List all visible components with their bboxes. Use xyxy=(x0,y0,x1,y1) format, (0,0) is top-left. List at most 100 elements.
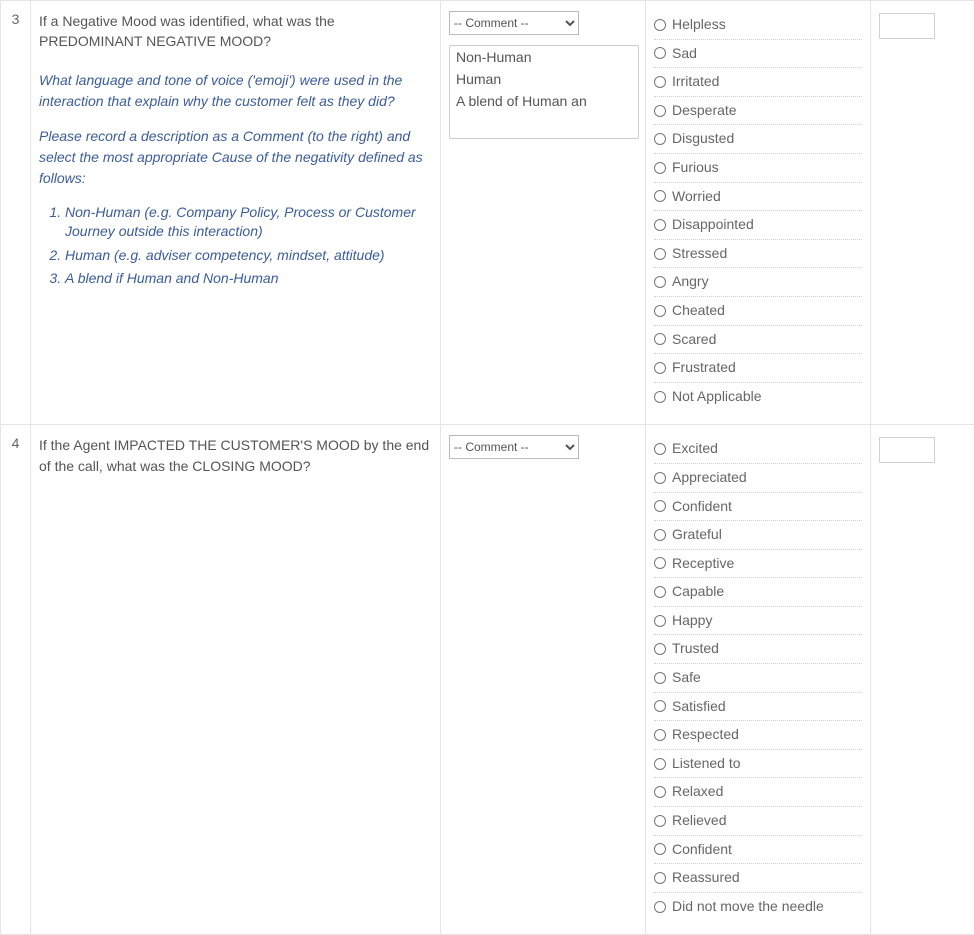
list-item: Trusted xyxy=(654,635,862,664)
mood-radio[interactable] xyxy=(654,729,666,741)
mood-radio[interactable] xyxy=(654,443,666,455)
assessment-form: 3 If a Negative Mood was identified, wha… xyxy=(0,0,974,935)
list-item: Non-Human (e.g. Company Policy, Process … xyxy=(65,203,432,242)
mood-radio[interactable] xyxy=(654,529,666,541)
list-item: Angry xyxy=(654,268,862,297)
list-item: Confident xyxy=(654,836,862,865)
mood-label: Desperate xyxy=(672,101,737,121)
list-item: Grateful xyxy=(654,521,862,550)
mood-label: Furious xyxy=(672,158,719,178)
list-item: Worried xyxy=(654,183,862,212)
list-item: Cheated xyxy=(654,297,862,326)
list-item: Helpless xyxy=(654,11,862,40)
mood-radio[interactable] xyxy=(654,105,666,117)
mood-label: Frustrated xyxy=(672,358,736,378)
cause-listbox[interactable]: Non-Human Human A blend of Human an xyxy=(449,45,639,139)
list-item: Frustrated xyxy=(654,354,862,383)
mood-radio[interactable] xyxy=(654,190,666,202)
list-item: Confident xyxy=(654,493,862,522)
mood-radio[interactable] xyxy=(654,276,666,288)
mood-label: Irritated xyxy=(672,72,719,92)
question-text: If a Negative Mood was identified, what … xyxy=(39,11,432,52)
mood-radio[interactable] xyxy=(654,872,666,884)
input-cell: -- Comment -- xyxy=(441,425,646,935)
mood-label: Disgusted xyxy=(672,129,734,149)
question-cell: If a Negative Mood was identified, what … xyxy=(31,1,441,425)
mood-radio[interactable] xyxy=(654,586,666,598)
question-hint: Please record a description as a Comment… xyxy=(39,126,432,189)
comment-dropdown[interactable]: -- Comment -- xyxy=(449,435,579,459)
mood-radio[interactable] xyxy=(654,305,666,317)
mood-radio[interactable] xyxy=(654,557,666,569)
score-input[interactable] xyxy=(879,13,935,39)
list-item: Appreciated xyxy=(654,464,862,493)
mood-radio[interactable] xyxy=(654,472,666,484)
score-input[interactable] xyxy=(879,437,935,463)
mood-radio[interactable] xyxy=(654,362,666,374)
mood-label: Trusted xyxy=(672,639,719,659)
mood-label: Disappointed xyxy=(672,215,754,235)
list-item: Satisfied xyxy=(654,693,862,722)
mood-radio[interactable] xyxy=(654,500,666,512)
mood-radio[interactable] xyxy=(654,248,666,260)
mood-options-list: Excited Appreciated Confident Grateful R… xyxy=(654,435,862,920)
mood-radio[interactable] xyxy=(654,815,666,827)
mood-radio[interactable] xyxy=(654,615,666,627)
mood-label: Not Applicable xyxy=(672,387,762,407)
mood-radio[interactable] xyxy=(654,333,666,345)
mood-label: Grateful xyxy=(672,525,722,545)
list-item: Capable xyxy=(654,578,862,607)
mood-label: Sad xyxy=(672,44,697,64)
list-item: Excited xyxy=(654,435,862,464)
list-item: Disappointed xyxy=(654,211,862,240)
question-cell: If the Agent IMPACTED THE CUSTOMER'S MOO… xyxy=(31,425,441,935)
mood-label: Scared xyxy=(672,330,716,350)
mood-radio[interactable] xyxy=(654,786,666,798)
mood-radio[interactable] xyxy=(654,219,666,231)
mood-radio[interactable] xyxy=(654,672,666,684)
score-cell xyxy=(871,1,974,425)
list-item: Desperate xyxy=(654,97,862,126)
list-item: Reassured xyxy=(654,864,862,893)
mood-label: Receptive xyxy=(672,554,734,574)
table-row: 4 If the Agent IMPACTED THE CUSTOMER'S M… xyxy=(1,425,974,935)
mood-label: Relaxed xyxy=(672,782,723,802)
mood-label: Excited xyxy=(672,439,718,459)
mood-radio[interactable] xyxy=(654,391,666,403)
cause-definitions-list: Non-Human (e.g. Company Policy, Process … xyxy=(39,203,432,289)
list-item: Safe xyxy=(654,664,862,693)
table-row: 3 If a Negative Mood was identified, wha… xyxy=(1,1,974,425)
mood-label: Angry xyxy=(672,272,709,292)
mood-radio[interactable] xyxy=(654,76,666,88)
list-item: Sad xyxy=(654,40,862,69)
options-cell: Excited Appreciated Confident Grateful R… xyxy=(646,425,871,935)
mood-radio[interactable] xyxy=(654,19,666,31)
mood-options-list: Helpless Sad Irritated Desperate Disgust… xyxy=(654,11,862,410)
mood-label: Respected xyxy=(672,725,739,745)
list-item: Irritated xyxy=(654,68,862,97)
mood-radio[interactable] xyxy=(654,758,666,770)
mood-label: Confident xyxy=(672,840,732,860)
question-hint: What language and tone of voice ('emoji'… xyxy=(39,70,432,112)
list-item: Furious xyxy=(654,154,862,183)
list-item: Receptive xyxy=(654,550,862,579)
mood-label: Worried xyxy=(672,187,721,207)
mood-radio[interactable] xyxy=(654,700,666,712)
input-cell: -- Comment -- Non-Human Human A blend of… xyxy=(441,1,646,425)
list-item: Stressed xyxy=(654,240,862,269)
list-item: Relaxed xyxy=(654,778,862,807)
mood-radio[interactable] xyxy=(654,643,666,655)
mood-radio[interactable] xyxy=(654,843,666,855)
mood-label: Happy xyxy=(672,611,712,631)
score-cell xyxy=(871,425,974,935)
mood-radio[interactable] xyxy=(654,901,666,913)
mood-radio[interactable] xyxy=(654,47,666,59)
mood-label: Listened to xyxy=(672,754,741,774)
mood-radio[interactable] xyxy=(654,133,666,145)
mood-radio[interactable] xyxy=(654,162,666,174)
comment-dropdown[interactable]: -- Comment -- xyxy=(449,11,579,35)
list-item: Listened to xyxy=(654,750,862,779)
list-item: Respected xyxy=(654,721,862,750)
list-item: Scared xyxy=(654,326,862,355)
question-number: 3 xyxy=(1,1,31,425)
